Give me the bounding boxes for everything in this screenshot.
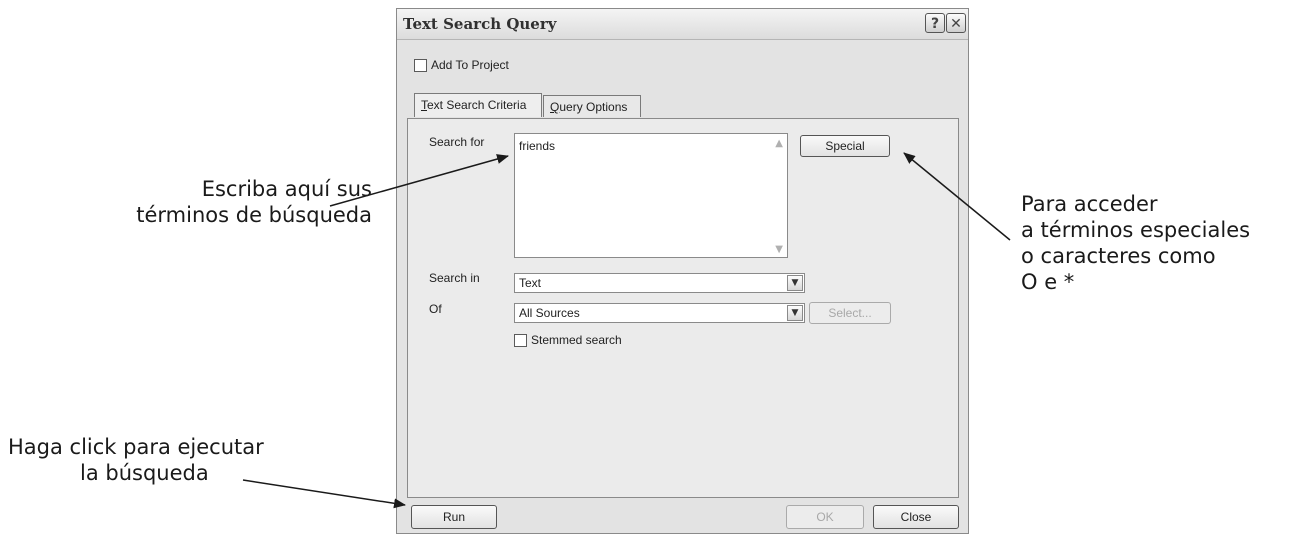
- annotation-line: a términos especiales: [1021, 218, 1251, 242]
- tab-mnemonic: Q: [550, 100, 560, 114]
- annotation-line: o caracteres como: [1021, 244, 1216, 268]
- of-select[interactable]: All Sources ▼: [514, 303, 805, 323]
- search-for-value: friends: [519, 139, 556, 153]
- of-value: All Sources: [519, 306, 580, 320]
- search-in-value: Text: [519, 276, 542, 290]
- search-for-label: Search for: [429, 135, 485, 149]
- chevron-down-icon[interactable]: ▼: [787, 275, 803, 291]
- search-in-select[interactable]: Text ▼: [514, 273, 805, 293]
- annotation-line: la búsqueda: [80, 461, 209, 485]
- tab-label: ext Search Criteria: [427, 98, 527, 112]
- stemmed-search-checkbox[interactable]: [514, 334, 527, 347]
- run-button[interactable]: Run: [411, 505, 497, 529]
- stemmed-search-label: Stemmed search: [531, 333, 622, 347]
- help-button[interactable]: ?: [925, 13, 945, 33]
- search-for-textarea[interactable]: friends ▲ ▼: [514, 133, 788, 258]
- annotation-line: términos de búsqueda: [136, 203, 372, 227]
- of-label: Of: [429, 302, 442, 316]
- ok-button[interactable]: OK: [786, 505, 864, 529]
- add-to-project-label: Add To Project: [431, 58, 509, 72]
- annotation-line: Para acceder: [1021, 192, 1158, 216]
- scroll-up-icon[interactable]: ▲: [775, 138, 783, 149]
- annotation-line: Haga click para ejecutar: [8, 435, 264, 459]
- annotation-run: Haga click para ejecutar la búsqueda: [8, 434, 328, 486]
- dialog-title: Text Search Query: [403, 15, 557, 33]
- chevron-down-icon[interactable]: ▼: [787, 305, 803, 321]
- close-button[interactable]: Close: [873, 505, 959, 529]
- select-button[interactable]: Select...: [809, 302, 891, 324]
- annotation-special: Para acceder a términos especiales o car…: [1021, 191, 1301, 295]
- tab-text-search-criteria[interactable]: Text Search Criteria: [414, 93, 542, 117]
- special-button[interactable]: Special: [800, 135, 890, 157]
- annotation-search-terms: Escriba aquí sus términos de búsqueda: [118, 176, 372, 228]
- title-bar: Text Search Query ? ✕: [397, 9, 968, 40]
- tab-label: uery Options: [559, 100, 628, 114]
- text-search-query-dialog: Text Search Query ? ✕ Add To Project Tex…: [396, 8, 969, 534]
- add-to-project-checkbox[interactable]: [414, 59, 427, 72]
- annotation-line: O e *: [1021, 270, 1075, 294]
- search-in-label: Search in: [429, 271, 480, 285]
- tab-query-options[interactable]: Query Options: [543, 95, 641, 117]
- scroll-down-icon[interactable]: ▼: [775, 244, 783, 255]
- annotation-line: Escriba aquí sus: [201, 177, 372, 201]
- close-window-button[interactable]: ✕: [946, 13, 966, 33]
